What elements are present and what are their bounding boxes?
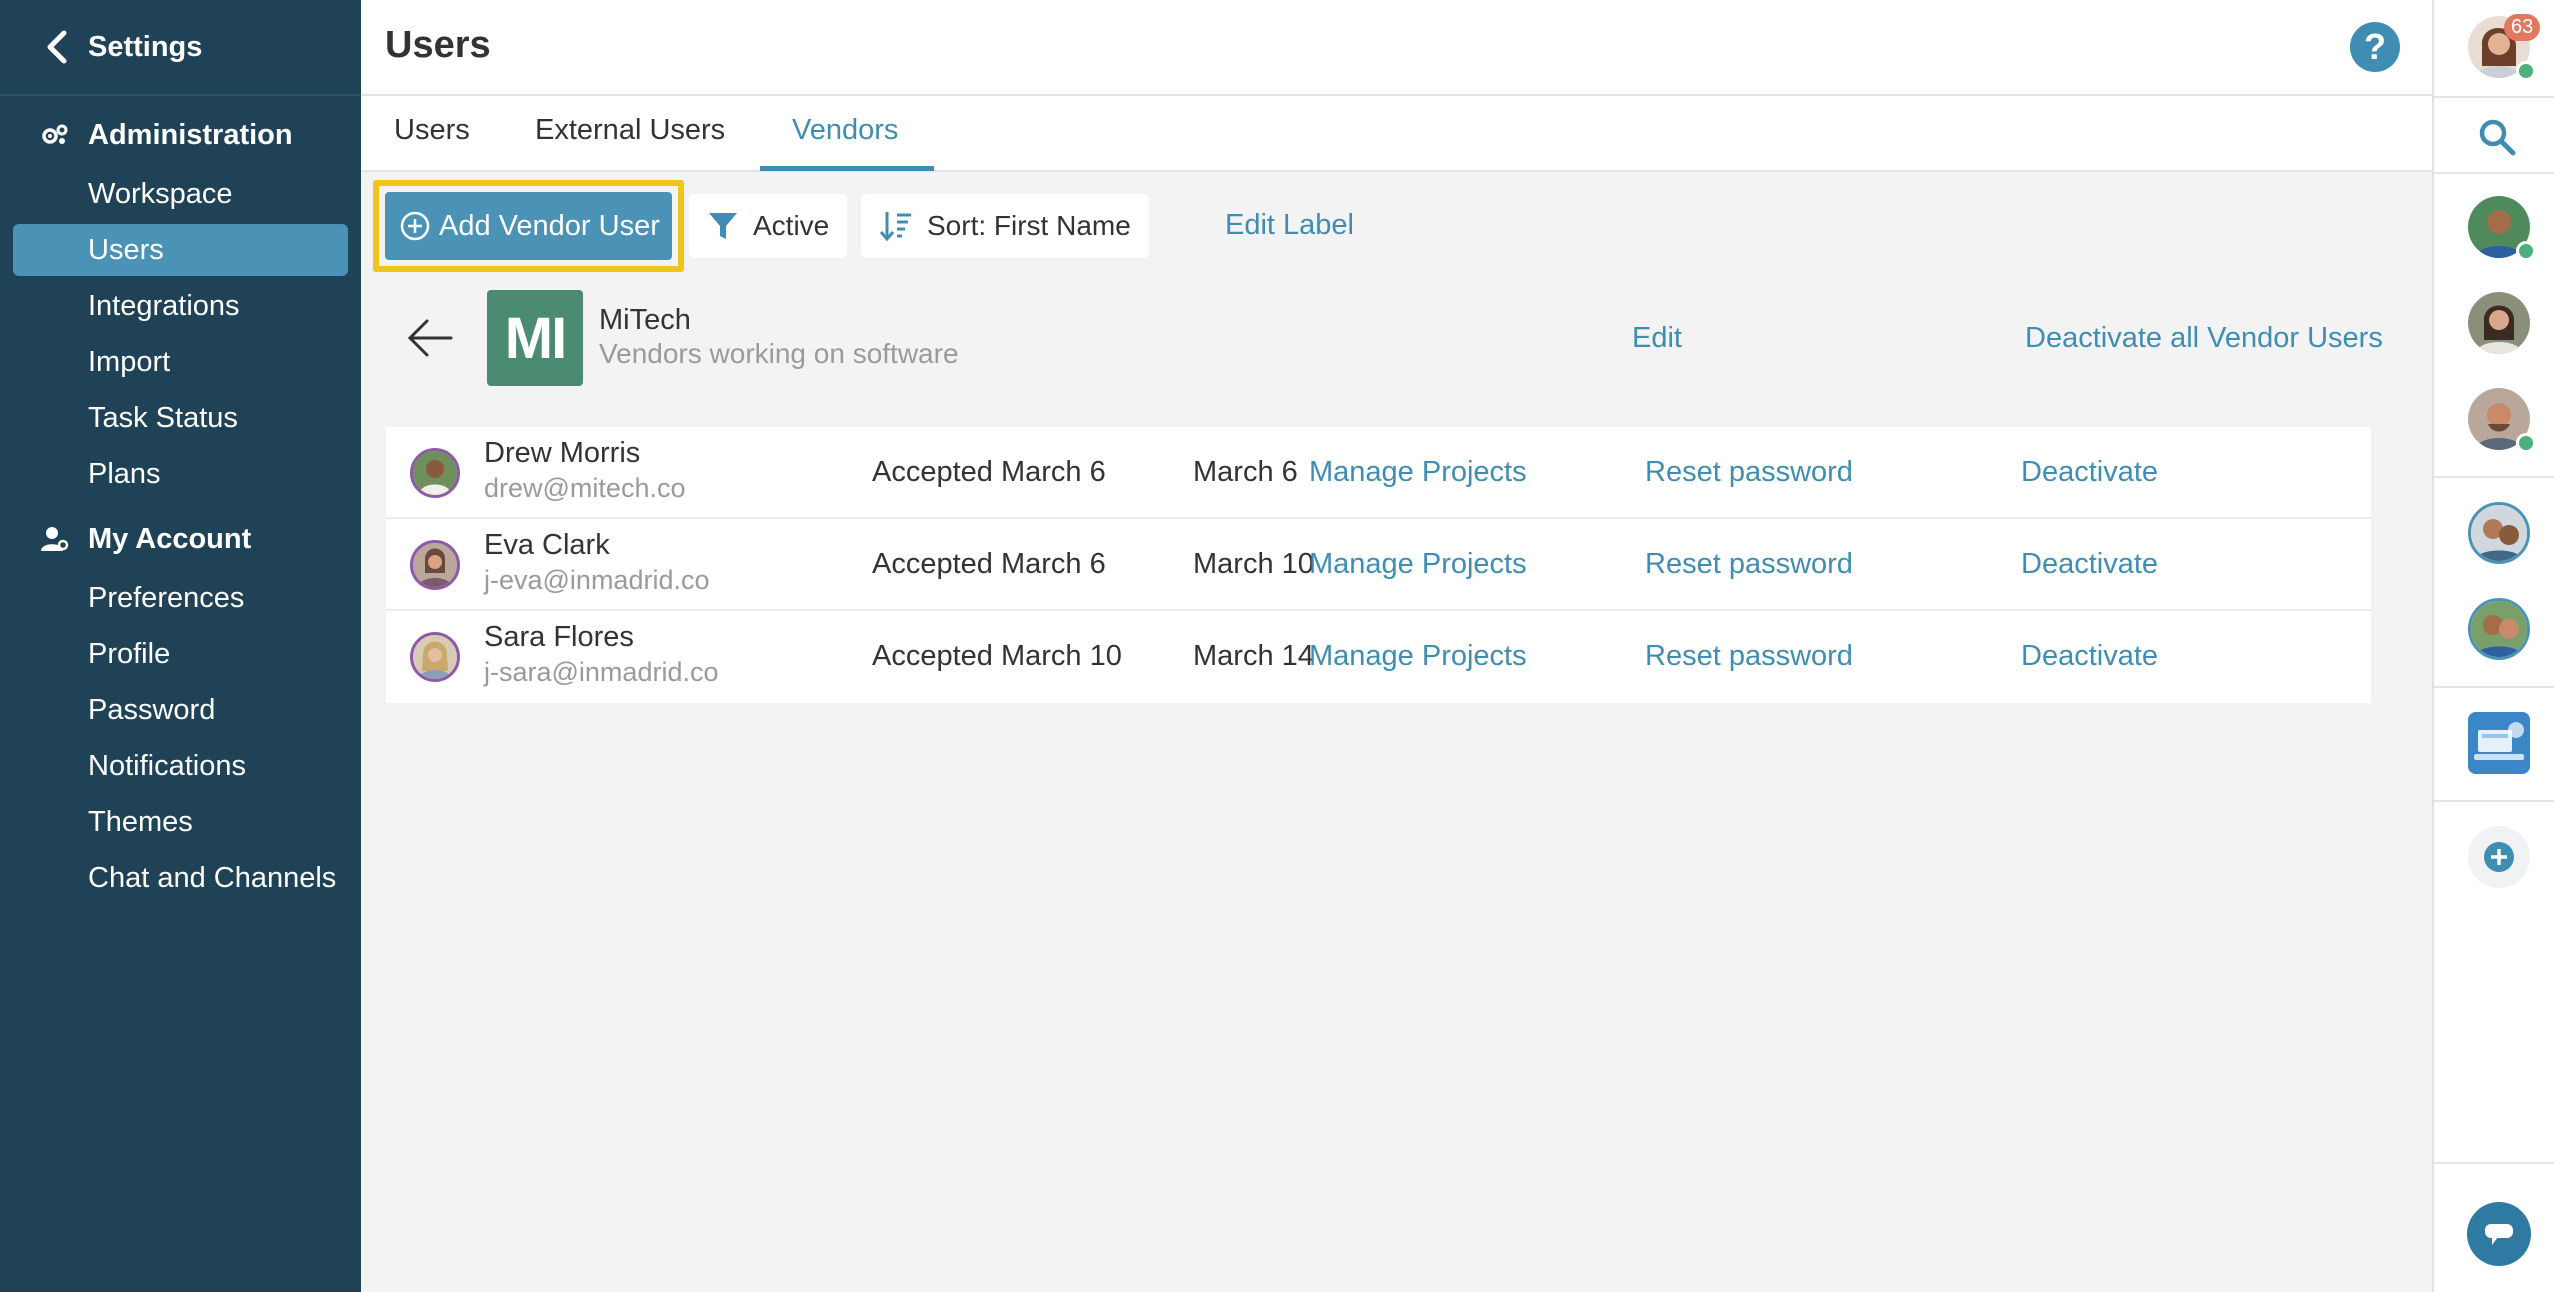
tab-vendors[interactable]: Vendors [792, 114, 898, 147]
user-date: March 10 [1193, 548, 1314, 580]
deactivate-all-link[interactable]: Deactivate all Vendor Users [2025, 322, 2383, 355]
group-avatar[interactable] [2468, 502, 2530, 564]
add-button-highlight: Add Vendor User [373, 180, 684, 272]
plus-circle-icon [2484, 842, 2514, 872]
tab-bar: Users External Users Vendors [361, 96, 2432, 172]
divider [2434, 1162, 2554, 1164]
table-row: Sara Flores j-sara@inmadrid.co Accepted … [386, 611, 2371, 703]
chat-support-button[interactable] [2467, 1202, 2531, 1266]
search-icon[interactable] [2478, 118, 2516, 156]
reset-password-link[interactable]: Reset password [1645, 548, 1853, 581]
divider [2434, 800, 2554, 802]
tab-external-users[interactable]: External Users [535, 114, 725, 147]
vendor-name: MiTech [599, 304, 691, 336]
chevron-left-icon [47, 30, 67, 64]
filter-label: Active [753, 210, 830, 241]
page-header: Users ? [361, 0, 2432, 96]
right-rail: 63 [2432, 0, 2554, 1292]
user-date: March 14 [1193, 640, 1314, 672]
sidebar-item-workspace[interactable]: Workspace [13, 168, 348, 220]
workspace-app-icon[interactable] [2468, 712, 2530, 774]
sort-icon [879, 212, 911, 242]
online-status-dot [2516, 61, 2536, 81]
deactivate-link[interactable]: Deactivate [2021, 640, 2158, 673]
divider [2434, 172, 2554, 174]
manage-projects-link[interactable]: Manage Projects [1309, 548, 1527, 581]
reset-password-link[interactable]: Reset password [1645, 640, 1853, 673]
add-workspace-button[interactable] [2468, 826, 2530, 888]
sort-label: Sort: First Name [927, 210, 1131, 241]
user-email: j-sara@inmadrid.co [484, 657, 719, 687]
invite-status: Accepted March 10 [872, 640, 1122, 672]
user-email: drew@mitech.co [484, 473, 686, 503]
user-name: Sara Flores [484, 621, 634, 653]
sidebar-item-password[interactable]: Password [13, 684, 348, 736]
user-name: Eva Clark [484, 529, 610, 561]
tab-users[interactable]: Users [394, 114, 470, 147]
section-label: Administration [88, 118, 293, 151]
settings-sidebar: Settings Administration Workspace Users … [0, 0, 361, 1292]
sidebar-item-themes[interactable]: Themes [13, 796, 348, 848]
filter-button[interactable]: Active [689, 194, 848, 258]
avatar [410, 448, 460, 498]
manage-projects-link[interactable]: Manage Projects [1309, 640, 1527, 673]
settings-back-link[interactable]: Settings [0, 0, 361, 96]
vendor-users-table: Drew Morris drew@mitech.co Accepted Marc… [386, 427, 2371, 703]
sort-button[interactable]: Sort: First Name [861, 194, 1149, 258]
section-label: My Account [88, 522, 252, 555]
user-name: Drew Morris [484, 437, 641, 469]
avatar [410, 632, 460, 682]
sidebar-item-integrations[interactable]: Integrations [13, 280, 348, 332]
edit-vendor-link[interactable]: Edit [1632, 322, 1682, 355]
section-my-account: My Account [0, 510, 361, 568]
deactivate-link[interactable]: Deactivate [2021, 456, 2158, 489]
divider [2434, 476, 2554, 478]
manage-projects-link[interactable]: Manage Projects [1309, 456, 1527, 489]
vendor-logo: MI [487, 290, 583, 386]
table-row: Eva Clark j-eva@inmadrid.co Accepted Mar… [386, 519, 2371, 611]
sidebar-item-import[interactable]: Import [13, 336, 348, 388]
table-row: Drew Morris drew@mitech.co Accepted Marc… [386, 427, 2371, 519]
sidebar-item-profile[interactable]: Profile [13, 628, 348, 680]
chat-bubble-icon [2485, 1224, 2513, 1245]
online-status-dot [2516, 433, 2536, 453]
reset-password-link[interactable]: Reset password [1645, 456, 1853, 489]
sidebar-item-preferences[interactable]: Preferences [13, 572, 348, 624]
settings-title: Settings [88, 30, 203, 63]
add-vendor-user-button[interactable]: Add Vendor User [385, 192, 672, 260]
sidebar-item-users[interactable]: Users [13, 224, 348, 276]
filter-icon [709, 213, 737, 239]
vendor-description: Vendors working on software [599, 338, 959, 369]
section-administration: Administration [0, 106, 361, 164]
edit-label-link[interactable]: Edit Label [1225, 209, 1354, 242]
divider [2434, 686, 2554, 688]
vendor-header: MI MiTech Vendors working on software Ed… [361, 290, 2432, 390]
user-gear-icon [40, 524, 70, 554]
sidebar-item-chat-and-channels[interactable]: Chat and Channels [13, 852, 348, 904]
add-vendor-user-label: Add Vendor User [439, 209, 660, 242]
deactivate-link[interactable]: Deactivate [2021, 548, 2158, 581]
sidebar-item-task-status[interactable]: Task Status [13, 392, 348, 444]
contact-avatar[interactable] [2468, 292, 2530, 354]
sidebar-item-plans[interactable]: Plans [13, 448, 348, 500]
gears-icon [40, 120, 70, 150]
user-email: j-eva@inmadrid.co [484, 565, 710, 595]
group-avatar[interactable] [2468, 598, 2530, 660]
invite-status: Accepted March 6 [872, 456, 1106, 488]
plus-circle-icon [400, 211, 430, 241]
active-tab-indicator [760, 166, 934, 171]
help-icon[interactable]: ? [2350, 22, 2400, 72]
sidebar-item-notifications[interactable]: Notifications [13, 740, 348, 792]
invite-status: Accepted March 6 [872, 548, 1106, 580]
avatar [410, 540, 460, 590]
divider [2434, 96, 2554, 98]
main-content: Users ? Users External Users Vendors Add… [361, 0, 2432, 1292]
toolbar: Add Vendor User Active Sort: First Name … [361, 180, 1861, 272]
page-title: Users [385, 24, 491, 66]
user-date: March 6 [1193, 456, 1298, 488]
arrow-left-icon[interactable] [407, 318, 453, 358]
notification-badge: 63 [2504, 14, 2541, 41]
online-status-dot [2516, 241, 2536, 261]
